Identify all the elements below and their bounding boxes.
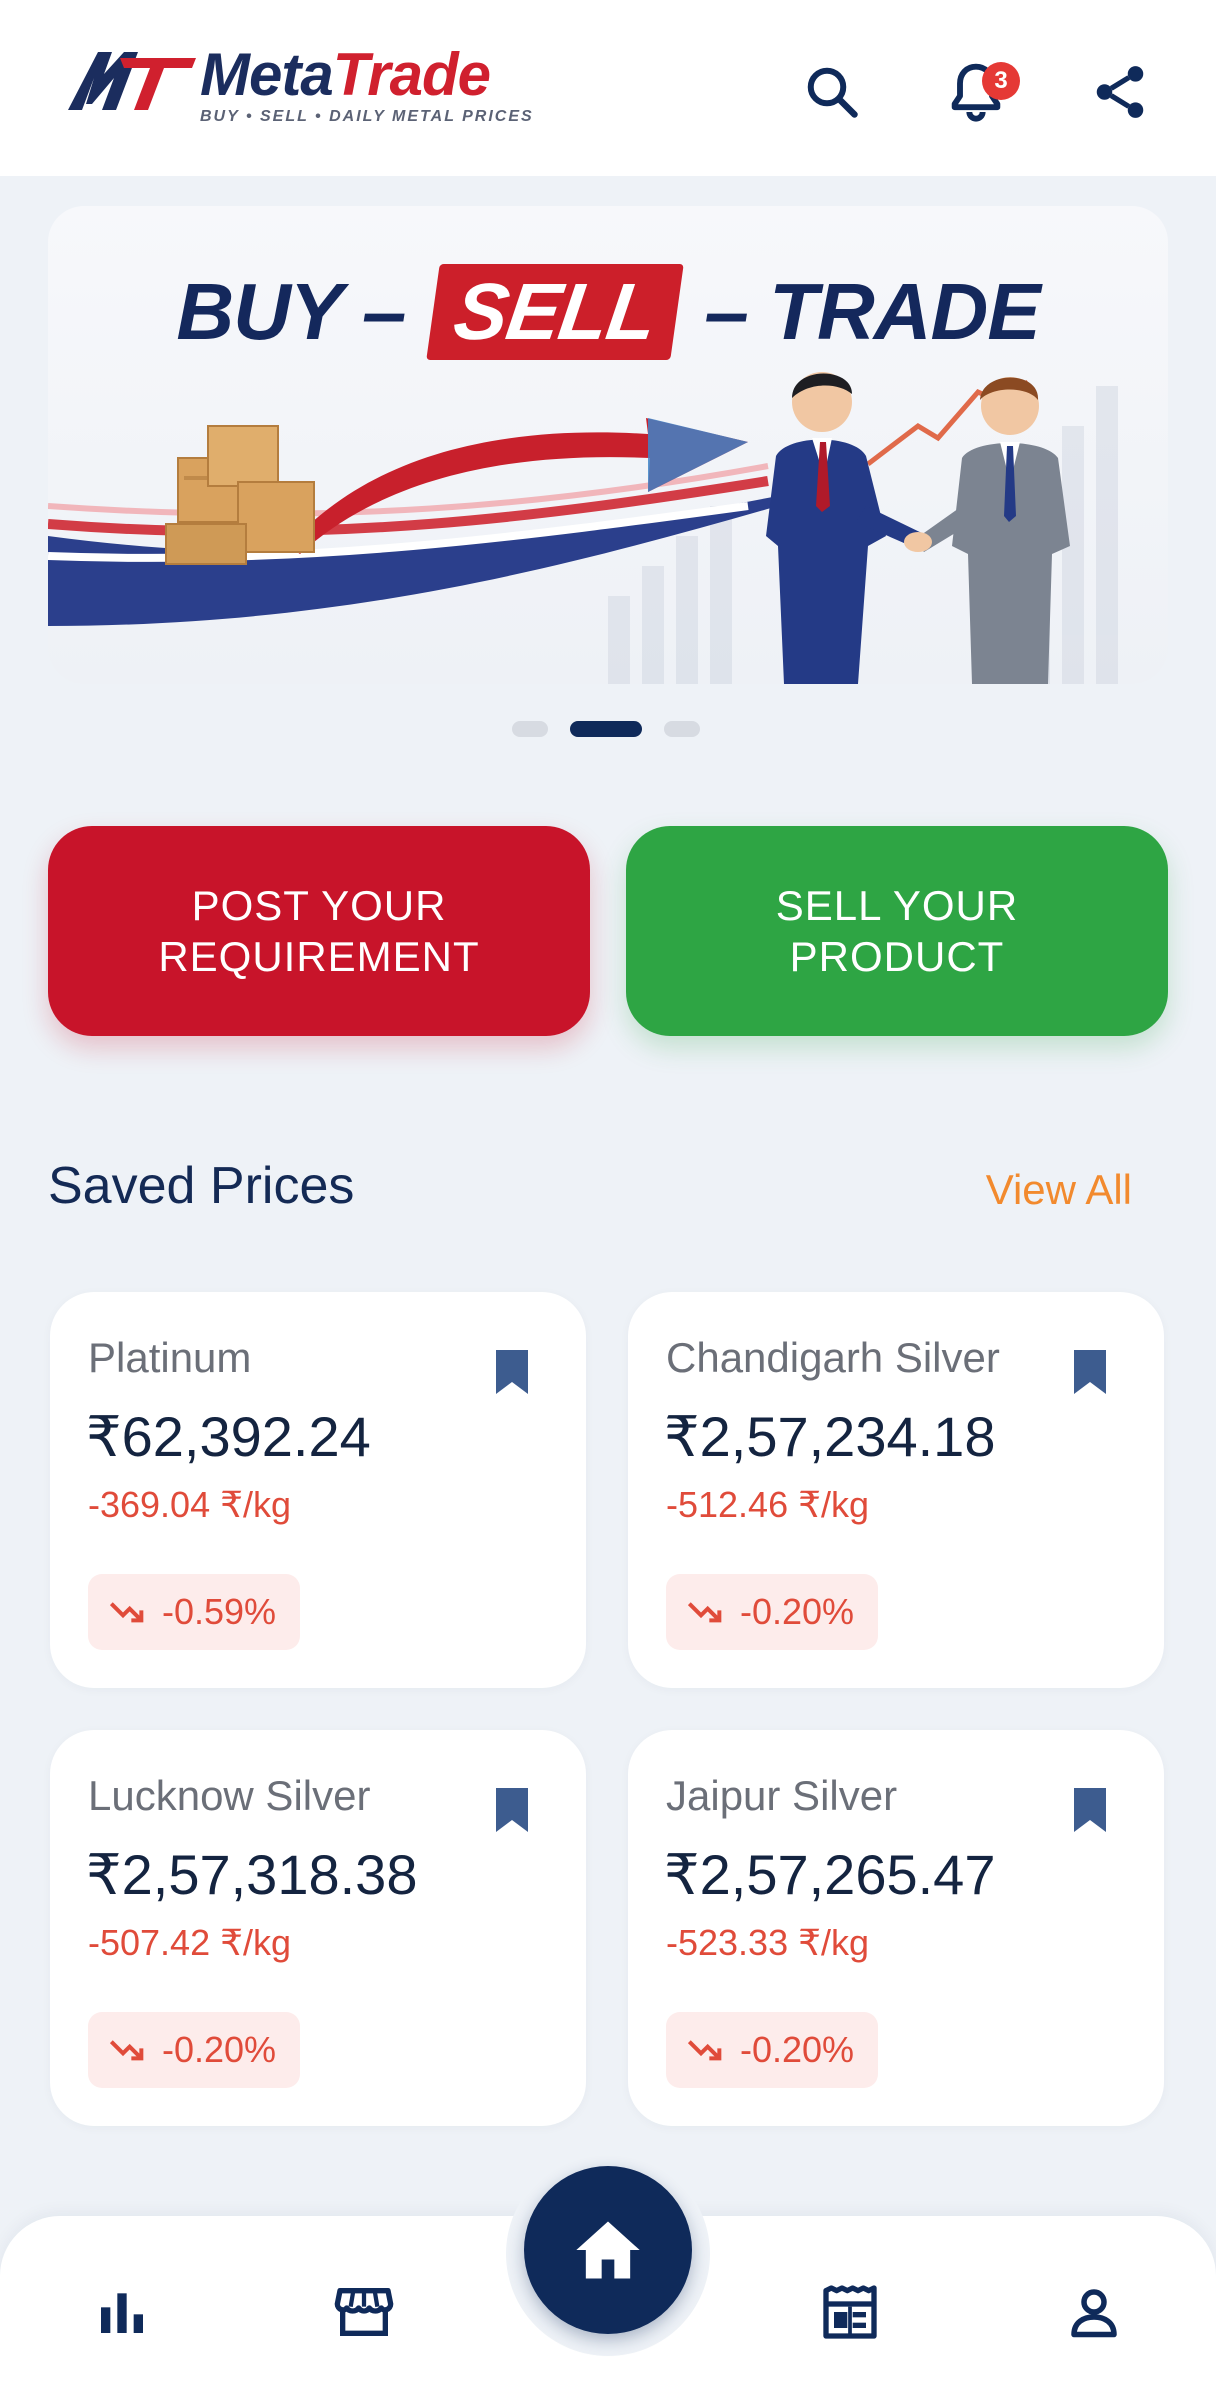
percent-value: -0.20% [162,2029,277,2070]
bookmark-icon[interactable] [494,1348,530,1396]
search-icon [807,67,858,118]
chart-icon [101,2293,143,2333]
sell-product-label: SELL YOUR PRODUCT [775,881,1019,980]
percent-value: -0.20% [740,1591,855,1632]
metal-name: Platinum [88,1334,252,1381]
trending-down-icon [109,2040,144,2061]
trending-down-icon [687,2040,722,2061]
metal-name: Lucknow Silver [88,1772,371,1819]
share-button[interactable] [1084,56,1156,128]
brand-tagline: BUY • SELL • DAILY METAL PRICES [200,108,534,125]
metatrade-logo[interactable]: MetaTrade BUY • SELL • DAILY METAL PRICE… [64,41,554,134]
profile-icon [1071,2289,1117,2338]
notification-badge: 3 [982,62,1020,100]
bookmark-icon[interactable] [1072,1786,1108,1834]
carousel-indicator [512,720,700,738]
carousel-dot[interactable] [664,721,700,737]
post-requirement-label: POST YOUR REQUIREMENT [158,881,480,980]
nav-prices-button[interactable] [86,2276,158,2348]
saved-prices-title: Saved Prices [48,1157,355,1215]
banner-headline: BUY – SELL – TRADE [48,264,1168,360]
price-change: -523.33 ₹/kg [666,1922,870,1963]
bookmark-icon[interactable] [1072,1348,1108,1396]
home-icon [576,2221,640,2279]
promo-banner[interactable]: BUY – SELL – TRADE [48,206,1168,684]
metal-name: Chandigarh Silver [666,1334,1000,1381]
price-change: -512.46 ₹/kg [666,1484,870,1525]
bookmark-icon[interactable] [494,1786,530,1834]
price-card[interactable]: Jaipur Silver ₹2,57,265.47 -523.33 ₹/kg … [628,1730,1164,2126]
price-change: -369.04 ₹/kg [88,1484,292,1525]
store-icon [334,2288,394,2336]
share-icon [1096,66,1144,118]
price-change: -507.42 ₹/kg [88,1922,292,1963]
metal-price: ₹2,57,234.18 [664,1405,996,1468]
nav-market-button[interactable] [328,2276,400,2348]
headline-sell: SELL [425,264,684,360]
carousel-dot-active[interactable] [570,721,642,737]
metal-name: Jaipur Silver [666,1772,898,1819]
nav-news-button[interactable] [814,2276,886,2348]
metal-price: ₹2,57,265.47 [664,1843,996,1906]
brand-trade: Trade [332,41,491,108]
carousel-dot[interactable] [512,721,548,737]
search-button[interactable] [796,56,868,128]
headline-left: BUY – [176,267,406,356]
percent-value: -0.20% [740,2029,855,2070]
brand-name: MetaTrade [200,40,491,109]
percent-badge: -0.20% [88,2012,301,2088]
percent-badge: -0.20% [666,1574,879,1650]
mt-logo-mark [68,52,196,110]
headline-right: – TRADE [704,267,1040,356]
nav-profile-button[interactable] [1058,2276,1130,2348]
post-requirement-button[interactable]: POST YOUR REQUIREMENT [48,826,590,1036]
app-header: MetaTrade BUY • SELL • DAILY METAL PRICE… [0,0,1216,176]
price-card[interactable]: Platinum ₹62,392.24 -369.04 ₹/kg -0.59% [50,1292,586,1688]
percent-badge: -0.59% [88,1574,301,1650]
metal-price: ₹2,57,318.38 [86,1843,418,1906]
percent-badge: -0.20% [666,2012,879,2088]
price-card[interactable]: Chandigarh Silver ₹2,57,234.18 -512.46 ₹… [628,1292,1164,1688]
nav-home-button[interactable] [524,2166,692,2334]
sell-product-button[interactable]: SELL YOUR PRODUCT [626,826,1168,1036]
brand-meta: Meta [200,41,334,108]
trending-down-icon [687,1602,722,1623]
price-card[interactable]: Lucknow Silver ₹2,57,318.38 -507.42 ₹/kg… [50,1730,586,2126]
trending-down-icon [109,1602,144,1623]
news-icon [823,2285,877,2339]
view-all-link[interactable]: View All [986,1166,1132,1214]
metal-price: ₹62,392.24 [86,1405,371,1468]
percent-value: -0.59% [162,1591,277,1632]
